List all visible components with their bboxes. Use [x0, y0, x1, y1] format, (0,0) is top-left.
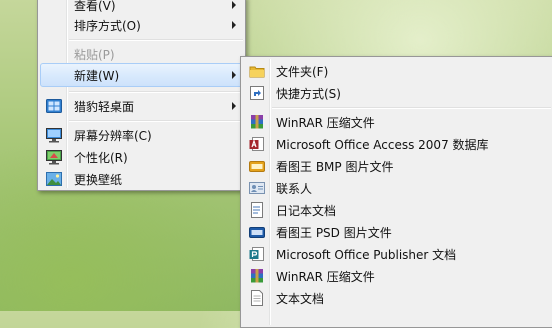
- submenu-item-journal[interactable]: 日记本文档: [243, 198, 551, 222]
- bmp-icon: [249, 161, 265, 172]
- submenu-item-bmp[interactable]: 看图王 BMP 图片文件: [243, 154, 551, 178]
- winrar-zip-icon: [251, 269, 263, 283]
- text-doc-icon: [251, 290, 263, 306]
- menu-item-label: 文件夹(F): [276, 65, 329, 79]
- submenu-item-winrar-zip[interactable]: WinRAR 压缩文件: [243, 264, 551, 288]
- contact-icon: [249, 182, 265, 194]
- menu-item-label: 更换壁纸: [74, 173, 123, 187]
- monitor-icon: [46, 128, 62, 143]
- menu-item-label: 新建(W): [74, 69, 120, 83]
- menu-separator: [69, 39, 243, 41]
- menu-item-label: 个性化(R): [74, 151, 128, 165]
- menu-separator: [272, 107, 551, 109]
- menu-separator: [69, 91, 243, 93]
- submenu-item-publisher[interactable]: Microsoft Office Publisher 文档: [243, 242, 551, 266]
- personalize-icon: [46, 150, 62, 165]
- menu-item-liebao-desktop[interactable]: 猎豹轻桌面: [40, 94, 243, 118]
- publisher-icon: [249, 247, 264, 261]
- access-icon: [249, 137, 264, 151]
- menu-item-label: 排序方式(O): [74, 19, 141, 33]
- menu-item-personalize[interactable]: 个性化(R): [40, 145, 243, 169]
- menu-item-label: 文本文档: [276, 292, 325, 306]
- menu-item-label: 屏幕分辨率(C): [74, 129, 152, 143]
- submenu-item-folder[interactable]: 文件夹(F): [243, 59, 551, 83]
- submenu-item-shortcut[interactable]: 快捷方式(S): [243, 81, 551, 105]
- submenu-item-access-db[interactable]: Microsoft Office Access 2007 数据库: [243, 132, 551, 156]
- submenu-item-psd[interactable]: 看图王 PSD 图片文件: [243, 220, 551, 244]
- menu-item-label: Microsoft Office Publisher 文档: [276, 248, 457, 262]
- menu-item-new[interactable]: 新建(W): [40, 63, 243, 87]
- menu-item-label: WinRAR 压缩文件: [276, 270, 375, 284]
- shortcut-icon: [250, 86, 264, 100]
- submenu-arrow-icon: [232, 21, 236, 29]
- menu-item-label: 粘贴(P): [74, 48, 115, 62]
- submenu-item-text-doc[interactable]: 文本文档: [243, 286, 551, 310]
- submenu-arrow-icon: [232, 102, 236, 110]
- menu-item-label: 猎豹轻桌面: [74, 100, 135, 114]
- menu-item-label: 联系人: [276, 182, 313, 196]
- journal-icon: [251, 202, 263, 218]
- submenu-item-contact[interactable]: 联系人: [243, 176, 551, 200]
- menu-item-label: 日记本文档: [276, 204, 337, 218]
- menu-separator: [69, 120, 243, 122]
- menu-item-label: 看图王 BMP 图片文件: [276, 160, 394, 174]
- folder-icon: [249, 66, 265, 78]
- psd-icon: [249, 227, 265, 238]
- new-submenu: 文件夹(F) 快捷方式(S) WinRAR 压缩文件 Microsoft Off…: [240, 56, 552, 328]
- wallpaper-icon: [46, 172, 62, 186]
- winrar-icon: [251, 115, 263, 129]
- menu-item-change-wallpaper[interactable]: 更换壁纸: [40, 167, 243, 191]
- submenu-arrow-icon: [232, 1, 236, 9]
- desktop-context-menu: 查看(V) 排序方式(O) 粘贴(P) 新建(W) 猎豹轻桌面 屏幕分辨率(C)…: [37, 0, 246, 191]
- menu-item-label: 快捷方式(S): [276, 87, 341, 101]
- menu-item-label: 看图王 PSD 图片文件: [276, 226, 392, 240]
- menu-item-sort-by[interactable]: 排序方式(O): [40, 13, 243, 37]
- menu-item-label: Microsoft Office Access 2007 数据库: [276, 138, 489, 152]
- submenu-item-winrar[interactable]: WinRAR 压缩文件: [243, 110, 551, 134]
- menu-item-label: WinRAR 压缩文件: [276, 116, 375, 130]
- menu-item-screen-resolution[interactable]: 屏幕分辨率(C): [40, 123, 243, 147]
- liebao-desktop-icon: [46, 99, 62, 113]
- menu-item-label: 查看(V): [74, 0, 116, 13]
- submenu-arrow-icon: [232, 71, 236, 79]
